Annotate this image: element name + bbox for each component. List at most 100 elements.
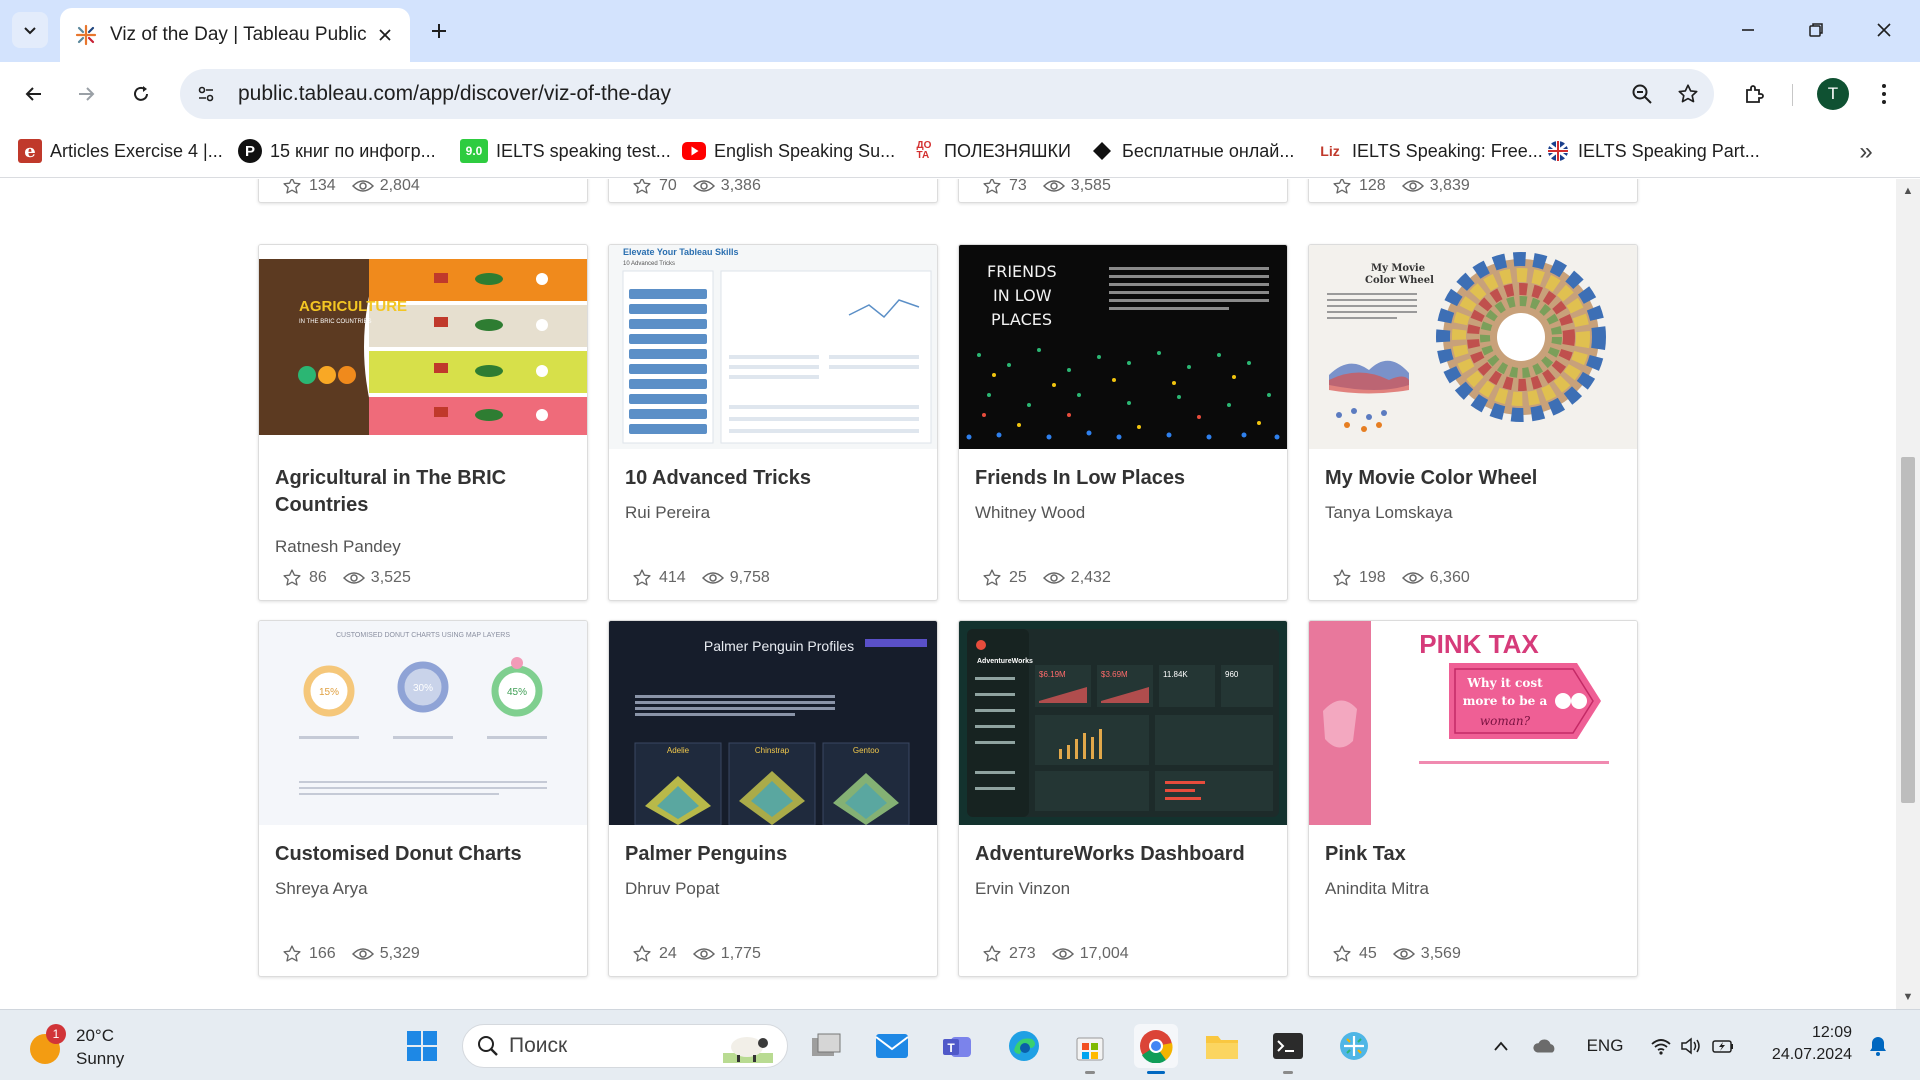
bookmark-item[interactable]: 9.0 IELTS speaking test... — [460, 136, 671, 166]
star-icon[interactable] — [981, 179, 1003, 197]
viz-thumbnail[interactable]: Elevate Your Tableau Skills 10 Advanced … — [609, 245, 937, 449]
site-info-button[interactable] — [186, 74, 226, 114]
viz-card[interactable]: Palmer Penguin Profiles Adelie Chinstrap… — [608, 620, 938, 977]
taskbar-search-box[interactable]: Поиск — [462, 1024, 788, 1068]
chrome-app-button[interactable] — [1134, 1024, 1178, 1074]
star-icon[interactable] — [281, 943, 303, 965]
back-button[interactable] — [14, 74, 54, 114]
bookmark-item[interactable]: e Articles Exercise 4 |... — [18, 136, 223, 166]
viz-card-partial[interactable]: 73 3,585 — [958, 179, 1288, 203]
profile-avatar[interactable]: T — [1817, 78, 1849, 110]
viz-card-partial[interactable]: 70 3,386 — [608, 179, 938, 203]
address-bar[interactable]: public.tableau.com/app/discover/viz-of-t… — [180, 69, 1714, 119]
viz-card-partial[interactable]: 128 3,839 — [1308, 179, 1638, 203]
viz-author[interactable]: Ratnesh Pandey — [275, 537, 401, 557]
tab-close-button[interactable] — [370, 20, 400, 50]
new-tab-button[interactable] — [422, 14, 456, 48]
battery-charging-icon[interactable] — [1710, 1034, 1736, 1058]
star-icon[interactable] — [981, 567, 1003, 589]
bookmark-item[interactable]: IELTS Speaking Part... — [1546, 136, 1760, 166]
bookmark-star-button[interactable] — [1668, 74, 1708, 114]
weather-widget[interactable]: 1 20°C Sunny — [26, 1020, 166, 1072]
start-button[interactable] — [400, 1024, 444, 1068]
viz-card[interactable]: Elevate Your Tableau Skills 10 Advanced … — [608, 244, 938, 601]
tab-search-button[interactable] — [12, 12, 48, 48]
reload-button[interactable] — [121, 74, 161, 114]
viz-title[interactable]: My Movie Color Wheel — [1325, 465, 1625, 492]
viz-card[interactable]: PINK TAX Why it cost more to be a woman?… — [1308, 620, 1638, 977]
minimize-button[interactable] — [1725, 10, 1771, 50]
bookmark-item[interactable]: Бесплатные онлай... — [1090, 136, 1294, 166]
viz-title[interactable]: Friends In Low Places — [975, 465, 1275, 492]
file-explorer-button[interactable] — [1200, 1024, 1244, 1068]
terminal-app-button[interactable] — [1266, 1024, 1310, 1074]
restore-button[interactable] — [1793, 10, 1839, 50]
viz-card-partial[interactable]: 134 2,804 — [258, 179, 588, 203]
scroll-down-arrow-icon[interactable]: ▼ — [1896, 989, 1920, 1005]
viz-thumbnail[interactable]: AdventureWorks $6.19M $3.69M 11.84K 960 — [959, 621, 1287, 825]
teams-app-button[interactable]: T — [936, 1024, 980, 1068]
star-icon[interactable] — [281, 567, 303, 589]
task-view-button[interactable] — [804, 1024, 848, 1068]
url-text[interactable]: public.tableau.com/app/discover/viz-of-t… — [238, 82, 1622, 106]
language-indicator[interactable]: ENG — [1582, 1034, 1628, 1058]
viz-card[interactable]: CUSTOMISED DONUT CHARTS USING MAP LAYERS… — [258, 620, 588, 977]
viz-author[interactable]: Tanya Lomskaya — [1325, 503, 1453, 523]
viz-author[interactable]: Anindita Mitra — [1325, 879, 1429, 899]
viz-title[interactable]: Agricultural in The BRIC Countries — [275, 465, 575, 519]
mail-app-button[interactable] — [870, 1024, 914, 1068]
viz-card[interactable]: FRIENDS IN LOW PLACES Friends In Low Pla… — [958, 244, 1288, 601]
star-icon[interactable] — [1331, 567, 1353, 589]
system-clock[interactable]: 12:09 24.07.2024 — [1756, 1022, 1852, 1066]
viz-thumbnail[interactable]: CUSTOMISED DONUT CHARTS USING MAP LAYERS… — [259, 621, 587, 825]
tableau-app-button[interactable] — [1332, 1024, 1376, 1068]
viz-title[interactable]: Customised Donut Charts — [275, 841, 575, 868]
viz-author[interactable]: Rui Pereira — [625, 503, 710, 523]
bookmark-item[interactable]: English Speaking Su... — [682, 136, 895, 166]
chevron-up-icon[interactable] — [1488, 1034, 1514, 1058]
eye-icon — [1042, 567, 1065, 589]
viz-thumbnail[interactable]: PINK TAX Why it cost more to be a woman? — [1309, 621, 1637, 825]
viz-card[interactable]: My Movie Color Wheel My Movie Color Whee… — [1308, 244, 1638, 601]
viz-title[interactable]: AdventureWorks Dashboard — [975, 841, 1275, 868]
star-icon[interactable] — [631, 943, 653, 965]
viz-card[interactable]: AdventureWorks $6.19M $3.69M 11.84K 960 … — [958, 620, 1288, 977]
wifi-icon[interactable] — [1648, 1034, 1674, 1058]
star-icon[interactable] — [1331, 943, 1353, 965]
viz-author[interactable]: Dhruv Popat — [625, 879, 720, 899]
star-icon[interactable] — [981, 943, 1003, 965]
viz-thumbnail[interactable]: FRIENDS IN LOW PLACES — [959, 245, 1287, 449]
viz-title[interactable]: Pink Tax — [1325, 841, 1625, 868]
edge-app-button[interactable] — [1002, 1024, 1046, 1068]
viz-title[interactable]: 10 Advanced Tricks — [625, 465, 925, 492]
bookmark-item[interactable]: Liz IELTS Speaking: Free... — [1316, 136, 1543, 166]
page-scrollbar[interactable]: ▲ ▼ — [1896, 179, 1920, 1009]
volume-icon[interactable] — [1678, 1034, 1704, 1058]
forward-button[interactable] — [66, 74, 106, 114]
viz-author[interactable]: Shreya Arya — [275, 879, 368, 899]
viz-thumbnail[interactable]: My Movie Color Wheel — [1309, 245, 1637, 449]
notifications-bell-icon[interactable] — [1865, 1034, 1891, 1058]
browser-menu-button[interactable] — [1864, 74, 1904, 114]
scrollbar-thumb[interactable] — [1901, 457, 1915, 803]
viz-thumbnail[interactable]: AGRICULTURE IN THE BRIC COUNTRIES — [259, 245, 587, 449]
viz-author[interactable]: Ervin Vinzon — [975, 879, 1070, 899]
viz-thumbnail[interactable]: Palmer Penguin Profiles Adelie Chinstrap… — [609, 621, 937, 825]
onedrive-cloud-icon[interactable] — [1532, 1034, 1558, 1058]
bookmark-item[interactable]: P 15 книг по инфогр... — [238, 136, 436, 166]
viz-card[interactable]: AGRICULTURE IN THE BRIC COUNTRIES Agricu… — [258, 244, 588, 601]
store-app-button[interactable] — [1068, 1024, 1112, 1074]
scroll-up-arrow-icon[interactable]: ▲ — [1896, 183, 1920, 199]
star-icon[interactable] — [1331, 179, 1353, 197]
zoom-button[interactable] — [1622, 74, 1662, 114]
bookmark-item[interactable]: ДО ТА ПОЛЕЗНЯШКИ — [912, 136, 1071, 166]
viz-title[interactable]: Palmer Penguins — [625, 841, 925, 868]
extensions-button[interactable] — [1734, 74, 1774, 114]
viz-author[interactable]: Whitney Wood — [975, 503, 1085, 523]
star-icon[interactable] — [631, 179, 653, 197]
browser-tab-active[interactable]: Viz of the Day | Tableau Public — [60, 8, 410, 62]
star-icon[interactable] — [631, 567, 653, 589]
star-icon[interactable] — [281, 179, 303, 197]
close-window-button[interactable] — [1861, 10, 1907, 50]
more-bookmarks-button[interactable]: » — [1850, 138, 1882, 166]
